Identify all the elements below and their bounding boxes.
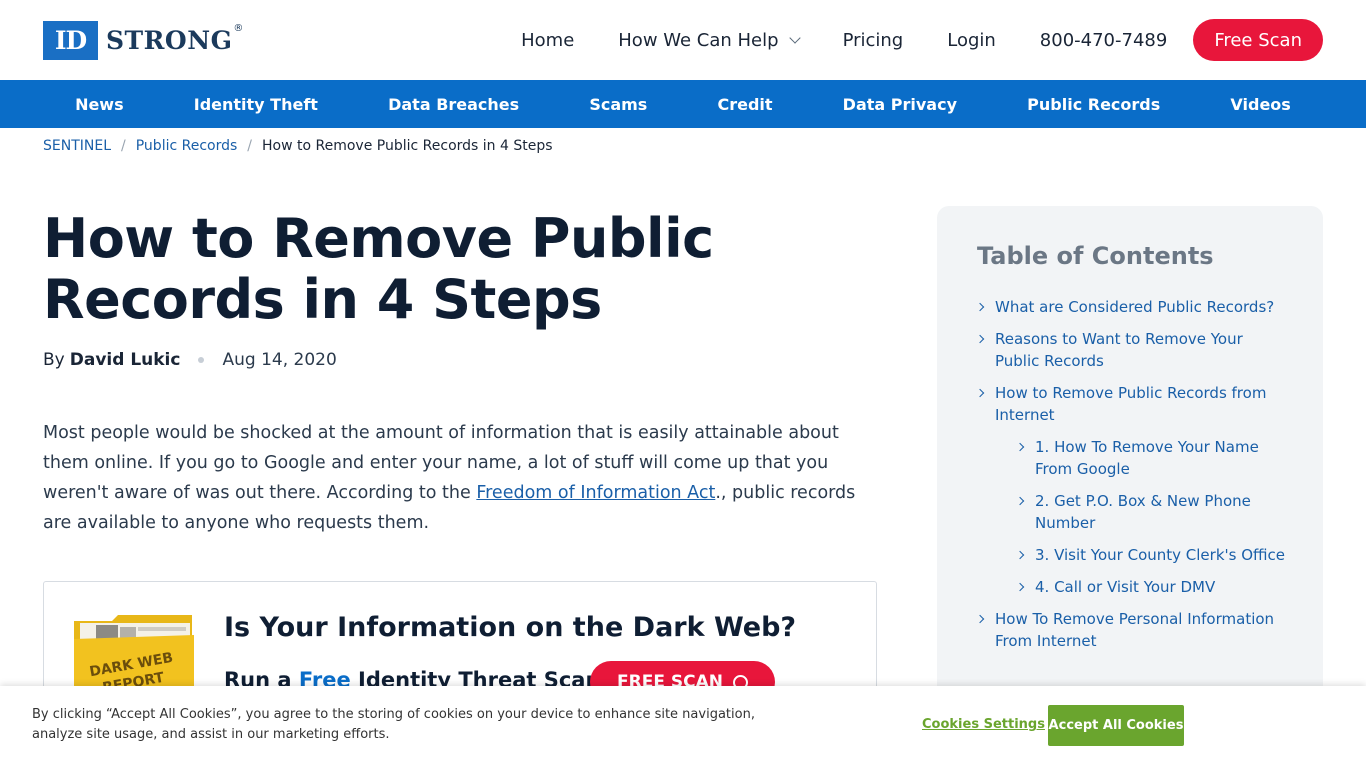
category-data-privacy[interactable]: Data Privacy xyxy=(843,95,957,114)
publish-date: Aug 14, 2020 xyxy=(222,350,337,370)
breadcrumb-separator: / xyxy=(247,138,253,154)
logo-wordmark: STRONG xyxy=(106,25,233,55)
category-scams[interactable]: Scams xyxy=(589,95,647,114)
category-nav: News Identity Theft Data Breaches Scams … xyxy=(0,80,1366,128)
top-nav: Home How We Can Help Pricing Login 800-4… xyxy=(521,19,1323,61)
promo-title: Is Your Information on the Dark Web? xyxy=(224,612,797,643)
registered-mark: ® xyxy=(233,22,244,34)
toc-item-label: 4. Call or Visit Your DMV xyxy=(1035,578,1216,596)
toc-item-label: Reasons to Want to Remove Your Public Re… xyxy=(995,330,1243,370)
breadcrumb: SENTINEL / Public Records / How to Remov… xyxy=(43,138,553,154)
chevron-right-icon xyxy=(975,614,985,624)
chevron-right-icon xyxy=(975,388,985,398)
toc-subitem[interactable]: 2. Get P.O. Box & New Phone Number xyxy=(1015,490,1287,534)
category-news[interactable]: News xyxy=(75,95,124,114)
accept-all-cookies-button[interactable]: Accept All Cookies xyxy=(1048,705,1184,746)
cookie-consent-text: By clicking “Accept All Cookies”, you ag… xyxy=(32,707,755,742)
cookie-banner: By clicking “Accept All Cookies”, you ag… xyxy=(0,686,1366,768)
page-title: How to Remove Public Records in 4 Steps xyxy=(43,207,714,331)
category-videos[interactable]: Videos xyxy=(1230,95,1290,114)
toc-item[interactable]: How to Remove Public Records from Intern… xyxy=(975,382,1287,426)
byline-dot xyxy=(198,357,205,363)
toc-list: What are Considered Public Records? Reaso… xyxy=(975,296,1287,662)
toc-item-label: How to Remove Public Records from Intern… xyxy=(995,384,1267,424)
phone-link[interactable]: 800-470-7489 xyxy=(1040,30,1168,51)
dark-web-report-folder-icon: DARK WEB REPORT xyxy=(74,615,194,693)
chevron-right-icon xyxy=(975,334,985,344)
nav-home-link[interactable]: Home xyxy=(521,30,574,51)
nav-help-label: How We Can Help xyxy=(618,29,779,51)
breadcrumb-public-records-link[interactable]: Public Records xyxy=(136,138,238,154)
foia-link[interactable]: Freedom of Information Act xyxy=(476,483,715,503)
chevron-right-icon xyxy=(1015,442,1025,452)
nav-pricing-link[interactable]: Pricing xyxy=(843,30,904,51)
breadcrumb-current: How to Remove Public Records in 4 Steps xyxy=(262,138,553,154)
byline-prefix: By xyxy=(43,350,65,370)
chevron-right-icon xyxy=(1015,582,1025,592)
breadcrumb-separator: / xyxy=(121,138,126,154)
toc-subitem[interactable]: 3. Visit Your County Clerk's Office xyxy=(1015,544,1287,566)
intro-paragraph: Most people would be shocked at the amou… xyxy=(43,418,883,538)
logo-mark: ID xyxy=(43,20,98,60)
toc-item-label: 2. Get P.O. Box & New Phone Number xyxy=(1035,492,1251,532)
breadcrumb-sentinel-link[interactable]: SENTINEL xyxy=(43,138,111,154)
toc-item[interactable]: What are Considered Public Records? xyxy=(975,296,1287,318)
category-credit[interactable]: Credit xyxy=(717,95,772,114)
toc-item[interactable]: Reasons to Want to Remove Your Public Re… xyxy=(975,328,1287,372)
toc-item[interactable]: How To Remove Personal Information From … xyxy=(975,608,1287,652)
chevron-down-icon xyxy=(788,31,801,44)
cookies-settings-link[interactable]: Cookies Settings xyxy=(922,717,1045,732)
chevron-right-icon xyxy=(1015,496,1025,506)
nav-how-we-can-help-dropdown[interactable]: How We Can Help xyxy=(618,29,801,51)
toc-subitem[interactable]: 4. Call or Visit Your DMV xyxy=(1015,576,1287,598)
toc-title: Table of Contents xyxy=(977,242,1214,270)
category-public-records[interactable]: Public Records xyxy=(1027,95,1160,114)
toc-subitem[interactable]: 1. How To Remove Your Name From Google xyxy=(1015,436,1287,480)
toc-item-label: 1. How To Remove Your Name From Google xyxy=(1035,438,1259,478)
idstrong-logo[interactable]: ID STRONG ® xyxy=(43,20,243,60)
toc-item-label: What are Considered Public Records? xyxy=(995,298,1275,316)
chevron-right-icon xyxy=(975,302,985,312)
category-data-breaches[interactable]: Data Breaches xyxy=(388,95,519,114)
author-link[interactable]: David Lukic xyxy=(70,350,181,370)
table-of-contents: Table of Contents What are Considered Pu… xyxy=(937,206,1323,768)
byline: By David Lukic Aug 14, 2020 xyxy=(43,350,337,370)
free-scan-button[interactable]: Free Scan xyxy=(1193,19,1323,61)
nav-login-link[interactable]: Login xyxy=(947,30,996,51)
category-identity-theft[interactable]: Identity Theft xyxy=(194,95,318,114)
chevron-right-icon xyxy=(1015,550,1025,560)
site-header: ID STRONG ® Home How We Can Help Pricing… xyxy=(0,0,1366,80)
toc-item-label: 3. Visit Your County Clerk's Office xyxy=(1035,546,1286,564)
toc-item-label: How To Remove Personal Information From … xyxy=(995,610,1275,650)
